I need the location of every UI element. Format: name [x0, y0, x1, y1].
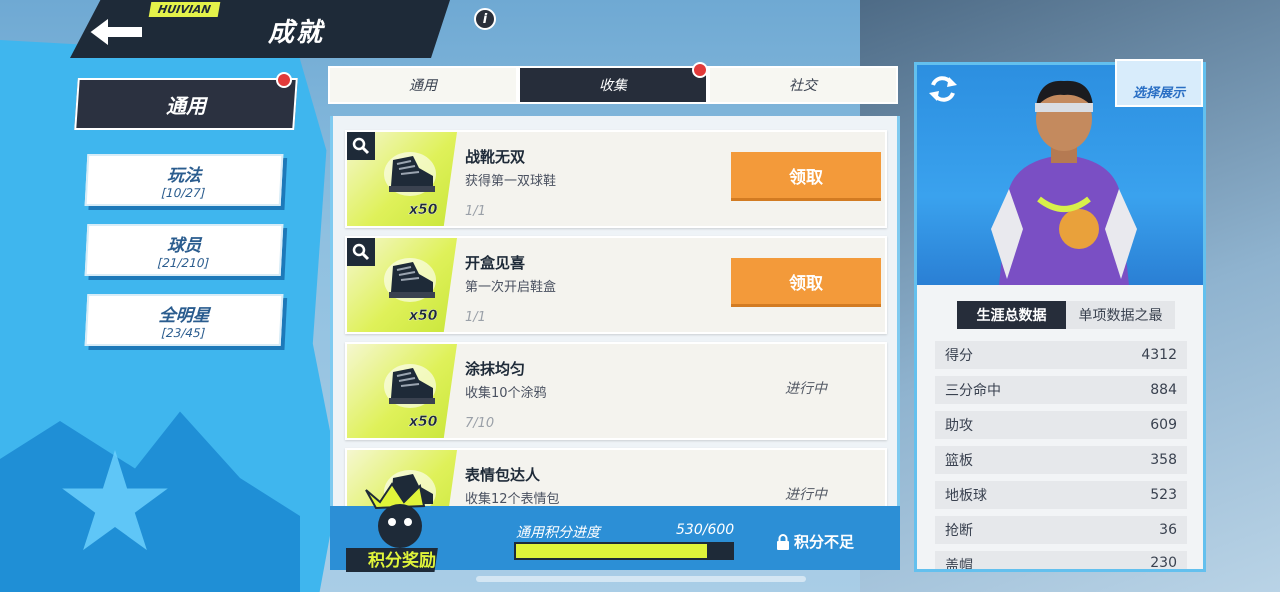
- stat-name: 得分: [945, 348, 973, 364]
- nav-item-allstar[interactable]: 全明星 [23/45]: [84, 294, 284, 346]
- achievement-name: 战靴无双: [465, 148, 526, 166]
- stat-row: 地板球 523: [935, 481, 1187, 509]
- tab-general[interactable]: 通用: [328, 66, 518, 104]
- stat-row: 抢断 36: [935, 516, 1187, 544]
- stat-value: 884: [1150, 382, 1177, 398]
- stat-name: 篮板: [945, 453, 973, 469]
- player-profile-panel: 选择展示 生涯总数据 单项数据之最 得分 4312 三分命中 884 助攻 60…: [914, 59, 1206, 572]
- back-arrow-icon: [87, 15, 144, 49]
- stat-name: 三分命中: [945, 383, 1001, 399]
- achievement-name: 涂抹均匀: [465, 360, 526, 378]
- achievement-description: 收集12个表情包: [465, 492, 560, 507]
- magnify-icon[interactable]: [347, 132, 375, 160]
- points-reward-badge[interactable]: 积分奖励: [346, 476, 454, 576]
- category-tabs: 通用 收集 社交: [328, 66, 898, 104]
- achievement-description: 第一次开启鞋盒: [465, 280, 557, 295]
- nav-item-gameplay[interactable]: 玩法 [10/27]: [84, 154, 284, 206]
- info-button[interactable]: i: [474, 8, 496, 30]
- stat-value: 230: [1150, 555, 1177, 569]
- tab-single-records[interactable]: 单项数据之最: [1066, 301, 1175, 329]
- stat-value: 609: [1150, 417, 1177, 433]
- stat-row: 助攻 609: [935, 411, 1187, 439]
- player-avatar: [991, 80, 1137, 285]
- achievement-status: 进行中: [785, 381, 827, 397]
- points-progress-label: 通用积分进度: [516, 525, 600, 541]
- badge-text: 积分奖励: [368, 550, 436, 571]
- reward-quantity: x50: [409, 202, 438, 218]
- achievement-description: 获得第一双球鞋: [465, 174, 557, 189]
- nav-item-label: 通用: [166, 93, 206, 118]
- nav-item-label: 玩法: [166, 165, 202, 186]
- achievement-progress: 1/1: [465, 204, 486, 219]
- nav-item-label: 球员: [166, 235, 202, 256]
- scroll-indicator: [476, 576, 806, 582]
- lock-label: 积分不足: [794, 533, 855, 551]
- tab-career-totals[interactable]: 生涯总数据: [957, 301, 1066, 329]
- stat-row: 篮板 358: [935, 446, 1187, 474]
- achievement-name: 开盒见喜: [465, 254, 526, 272]
- achievement-card: x50 涂抹均匀 收集10个涂鸦 7/10 进行中: [345, 342, 887, 440]
- notification-dot: [276, 72, 292, 88]
- reward-quantity: x50: [409, 414, 438, 430]
- nav-item-players[interactable]: 球员 [21/210]: [84, 224, 284, 276]
- achievement-status: 进行中: [785, 487, 827, 503]
- sneaker-icon: [384, 364, 436, 408]
- stat-name: 助攻: [945, 418, 973, 434]
- swap-icon[interactable]: [927, 75, 959, 103]
- achievement-progress: 7/10: [465, 416, 495, 431]
- points-progress-fill: [516, 544, 707, 558]
- points-progress-count: 530/600: [676, 522, 735, 538]
- tab-collection[interactable]: 收集: [518, 66, 708, 104]
- stat-value: 36: [1159, 522, 1177, 538]
- stat-name: 地板球: [945, 488, 987, 504]
- stat-name: 盖帽: [945, 558, 973, 569]
- points-insufficient-button[interactable]: 积分不足: [776, 531, 854, 552]
- notification-dot: [692, 62, 708, 78]
- stat-value: 358: [1150, 452, 1177, 468]
- nav-item-general[interactable]: 通用: [74, 78, 298, 130]
- back-button[interactable]: [84, 12, 148, 52]
- claim-button[interactable]: 领取: [731, 152, 881, 198]
- sneaker-icon: [384, 152, 436, 196]
- tab-social[interactable]: 社交: [708, 66, 898, 104]
- achievement-list[interactable]: x50 战靴无双 获得第一双球鞋 1/1 领取 x50 开盒见喜 第一次开启鞋盒…: [330, 116, 900, 516]
- nav-item-count: [23/45]: [160, 325, 206, 340]
- achievement-progress: 1/1: [465, 310, 486, 325]
- stat-row: 得分 4312: [935, 341, 1187, 369]
- nav-item-count: [10/27]: [160, 185, 206, 200]
- points-progress-track: [514, 542, 734, 560]
- achievement-name: 表情包达人: [465, 466, 541, 484]
- achievement-description: 收集10个涂鸦: [465, 386, 547, 401]
- stat-row: 三分命中 884: [935, 376, 1187, 404]
- stat-row: 盖帽 230: [935, 551, 1187, 569]
- reward-quantity: x50: [409, 308, 438, 324]
- stat-tabs: 生涯总数据 单项数据之最: [957, 301, 1175, 329]
- claim-button[interactable]: 领取: [731, 258, 881, 304]
- achievement-card: x50 开盒见喜 第一次开启鞋盒 1/1 领取: [345, 236, 887, 334]
- stat-value: 4312: [1141, 347, 1177, 363]
- nav-item-count: [21/210]: [157, 255, 210, 270]
- stat-name: 抢断: [945, 523, 973, 539]
- brand-tag: HUIVIAN: [148, 2, 220, 17]
- page-title: 成就: [268, 18, 325, 48]
- sneaker-icon: [384, 258, 436, 302]
- magnify-icon[interactable]: [347, 238, 375, 266]
- stat-value: 523: [1150, 487, 1177, 503]
- achievement-card: x50 战靴无双 获得第一双球鞋 1/1 领取: [345, 130, 887, 228]
- nav-item-label: 全明星: [158, 305, 211, 326]
- lock-icon: [777, 533, 789, 550]
